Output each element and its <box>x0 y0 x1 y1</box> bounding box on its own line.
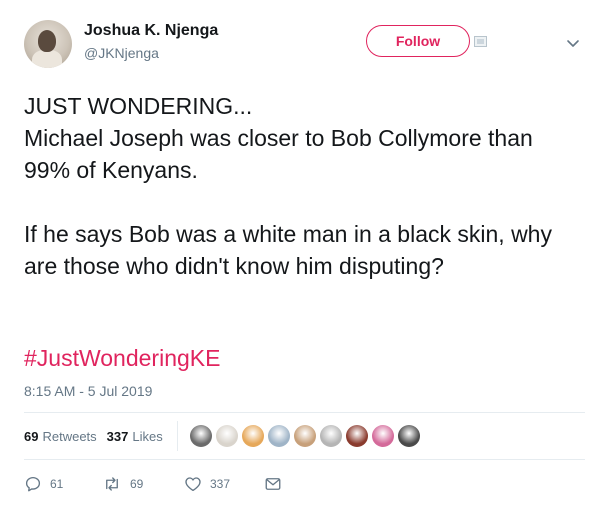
retweets-stat[interactable]: 69 Retweets <box>24 429 97 444</box>
retweet-count: 69 <box>130 477 144 491</box>
liker-avatar[interactable] <box>345 425 368 447</box>
liker-avatar[interactable] <box>371 425 394 447</box>
retweets-count: 69 <box>24 428 39 444</box>
likes-label: Likes <box>132 428 163 444</box>
tweet-text: JUST WONDERING... Michael Joseph was clo… <box>24 93 552 279</box>
stats-separator <box>176 421 178 451</box>
follow-button[interactable]: Follow <box>366 25 470 57</box>
likes-count: 337 <box>106 428 129 444</box>
reply-button[interactable]: 61 <box>24 475 102 493</box>
tweet-stats: 69 Retweets 337 Likes <box>24 413 424 459</box>
direct-message-button[interactable] <box>264 475 282 493</box>
liker-avatar[interactable] <box>267 425 290 447</box>
liker-avatar[interactable] <box>189 425 212 447</box>
reply-count: 61 <box>50 477 64 491</box>
retweets-label: Retweets <box>42 428 97 444</box>
retweet-button[interactable]: 69 <box>102 475 184 493</box>
hashtag-link[interactable]: #JustWonderingKE <box>24 342 220 374</box>
liker-avatar[interactable] <box>397 425 420 447</box>
like-count: 337 <box>210 477 231 491</box>
liker-avatar[interactable] <box>293 425 316 447</box>
divider <box>24 459 585 460</box>
liker-avatar[interactable] <box>241 425 264 447</box>
tweet-actions: 61 69 337 <box>24 468 282 500</box>
likes-stat[interactable]: 337 Likes <box>107 429 163 444</box>
envelope-icon <box>265 478 281 490</box>
liker-avatars <box>189 425 424 447</box>
like-button[interactable]: 337 <box>184 475 264 493</box>
author-name[interactable]: Joshua K. Njenga <box>84 22 218 40</box>
author-handle[interactable]: @JKNjenga <box>84 45 159 61</box>
avatar[interactable] <box>24 20 72 68</box>
liker-avatar[interactable] <box>215 425 238 447</box>
tweet-card: Joshua K. Njenga @JKNjenga Follow JUST W… <box>0 0 599 518</box>
tweet-timestamp[interactable]: 8:15 AM - 5 Jul 2019 <box>24 383 152 399</box>
chevron-down-icon[interactable] <box>566 38 580 48</box>
broken-image-icon <box>474 36 487 47</box>
heart-icon <box>185 477 201 492</box>
retweet-icon <box>106 477 118 491</box>
liker-avatar[interactable] <box>319 425 342 447</box>
reply-icon <box>25 476 41 492</box>
